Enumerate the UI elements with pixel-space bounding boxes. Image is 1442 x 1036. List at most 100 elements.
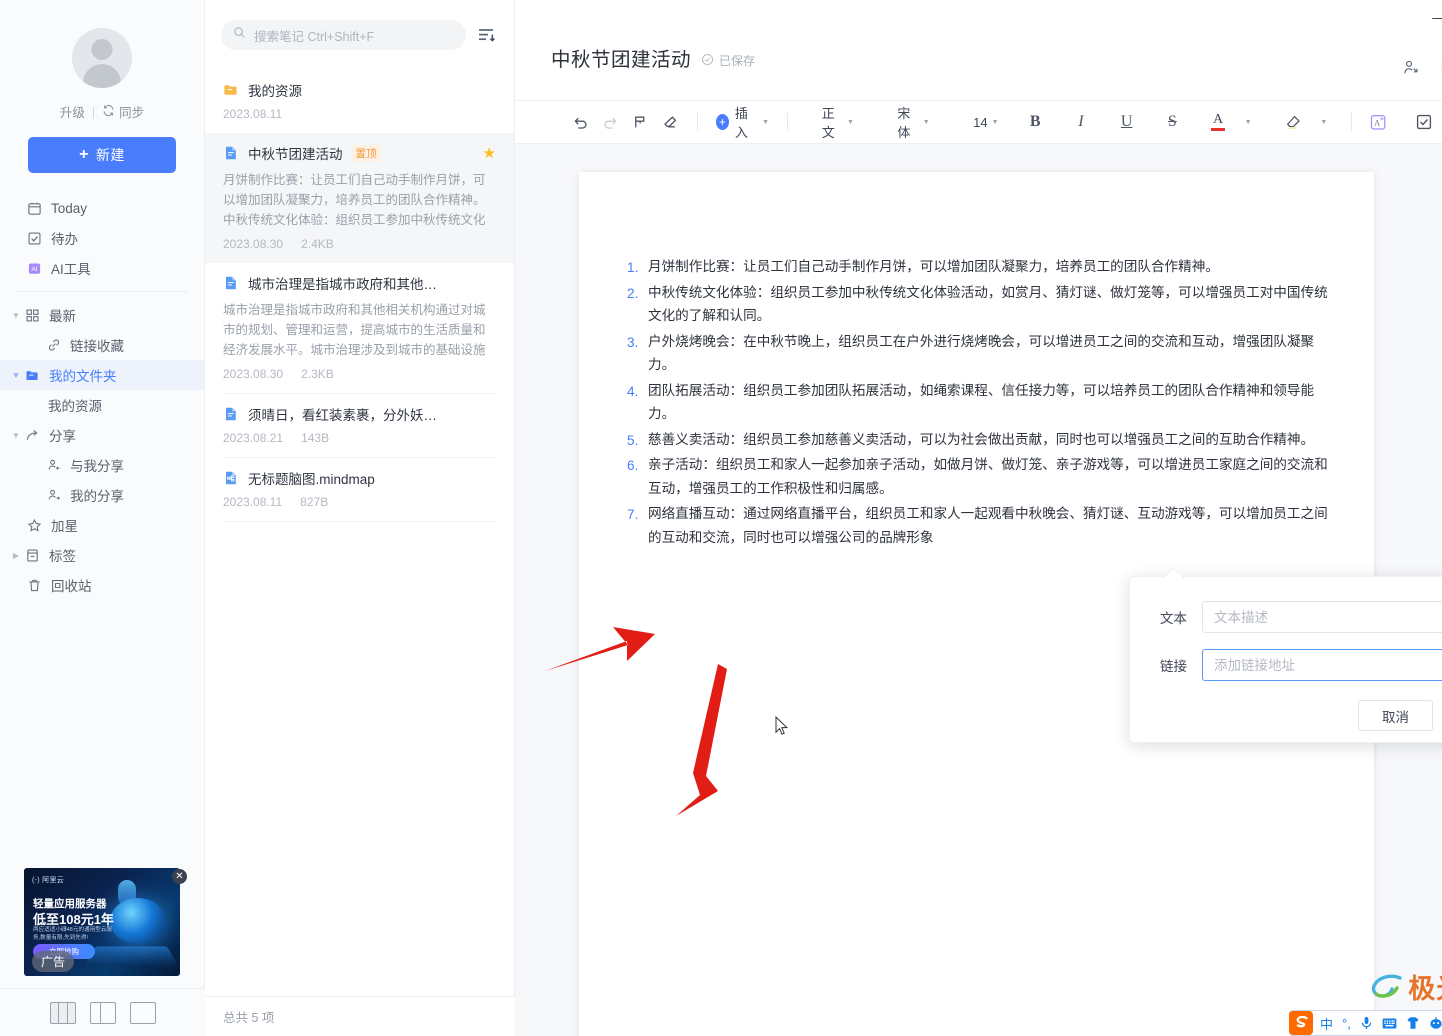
link-text-input[interactable] — [1202, 601, 1442, 633]
todo-checkbox-button[interactable] — [1409, 107, 1439, 137]
sidebar-item-share[interactable]: ▼ 分享 — [0, 420, 204, 450]
two-column-layout-button[interactable] — [89, 1001, 116, 1024]
folder-icon — [223, 82, 239, 98]
total-count-label: 总共 5 项 — [223, 1011, 275, 1025]
sidebar: 升级 | 同步 + 新建 Today 待办 AI AI工具 ▼ 最新 链接收藏 … — [0, 0, 205, 1036]
list-item: 网络直播互动：通过网络直播平台，组织员工和家人一起观看中秋晚会、猜灯谜、互动游戏… — [627, 503, 1328, 546]
trash-icon — [26, 577, 43, 594]
editor-header-actions — [1402, 58, 1442, 77]
list-item[interactable]: 须晴日，看红装素裹，分外妖娆。 2023.08.21 143B — [205, 394, 514, 457]
sogou-logo-icon[interactable] — [1287, 1009, 1315, 1036]
calendar-icon — [26, 200, 43, 217]
font-family-dropdown[interactable]: 宋体 ▼ — [891, 103, 935, 141]
list-item[interactable]: 无标题脑图.mindmap 2023.08.11 827B — [205, 458, 514, 521]
bold-button[interactable]: B — [1020, 107, 1050, 137]
list-item[interactable]: 中秋节团建活动 置顶 ★ 月饼制作比赛：让员工们自己动手制作月饼，可以增加团队凝… — [205, 133, 514, 263]
window-controls: — □ ✕ — [1416, 0, 1442, 34]
watermark-row: 极光下载站 — [1370, 967, 1442, 1006]
dialog-link-row: 链接 访问 — [1130, 648, 1442, 682]
format-paint-icon[interactable] — [625, 107, 655, 137]
list-item-snippet: 城市治理是指城市政府和其他相关机构通过对城市的规划、管理和运营，提高城市的生活质… — [223, 303, 486, 357]
insert-link-dialog: 文本 链接 访问 取消 确定 — [1129, 576, 1442, 743]
cancel-button[interactable]: 取消 — [1358, 700, 1433, 731]
grid-icon — [24, 307, 41, 324]
undo-icon[interactable] — [565, 107, 595, 137]
app-window: 升级 | 同步 + 新建 Today 待办 AI AI工具 ▼ 最新 链接收藏 … — [0, 0, 1442, 1036]
list-item: 团队拓展活动：组织员工参加团队拓展活动，如绳索课程、信任接力等，可以培养员工的团… — [627, 380, 1315, 423]
upgrade-link[interactable]: 升级 — [60, 102, 85, 121]
sidebar-item-todo[interactable]: 待办 — [0, 223, 204, 253]
pinned-badge: 置顶 — [351, 144, 381, 162]
star-icon[interactable]: ★ — [483, 144, 496, 162]
ime-mode-chinese[interactable]: 中 — [1320, 1014, 1333, 1033]
ad-banner[interactable]: (-) 阿里云 轻量应用服务器 低至108元1年 两应适适小礴48元的通用型云服… — [24, 868, 180, 976]
underline-label: U — [1120, 113, 1133, 130]
plus-circle-icon: + — [715, 114, 729, 130]
insert-button[interactable]: + 插入 ▼ — [710, 103, 775, 141]
highlight-button[interactable] — [1279, 107, 1309, 137]
sidebar-item-link-collection[interactable]: 链接收藏 — [0, 330, 204, 360]
font-color-button[interactable]: A — [1203, 107, 1233, 137]
single-column-layout-button[interactable] — [129, 1001, 156, 1024]
highlight-dropdown[interactable]: ▼ — [1309, 107, 1339, 137]
paragraph-style-dropdown[interactable]: 正文 ▼ — [816, 103, 860, 141]
ai-text-button[interactable]: A — [1364, 107, 1394, 137]
list-item-meta: 2023.08.30 2.4KB — [223, 237, 496, 251]
status-badge: 已保存 — [701, 52, 755, 69]
sidebar-item-my-shares[interactable]: 我的分享 — [0, 480, 204, 510]
list-item-size: 827B — [300, 495, 329, 509]
link-icon — [45, 337, 62, 354]
sidebar-item-trash[interactable]: 回收站 — [0, 570, 204, 600]
underline-button[interactable]: U — [1112, 107, 1142, 137]
sort-descending-icon[interactable] — [476, 24, 498, 46]
list-item-title: 须晴日，看红装素裹，分外妖娆。 — [248, 408, 444, 423]
watermark-title: 极光下载站 — [1408, 967, 1442, 1006]
sync-button[interactable]: 同步 — [102, 102, 144, 121]
sidebar-item-recent[interactable]: ▼ 最新 — [0, 300, 204, 330]
redo-icon[interactable] — [595, 107, 625, 137]
sidebar-item-my-folder[interactable]: ▼ 我的文件夹 — [0, 360, 204, 390]
list-item-date: 2023.08.30 — [223, 237, 284, 251]
paragraph-style-label: 正文 — [821, 106, 835, 140]
document-body[interactable]: 月饼制作比赛：让员工们自己动手制作月饼，可以增加团队凝聚力，培养员工的团队合作精… — [579, 172, 1374, 550]
search-input[interactable]: 搜索笔记 Ctrl+Shift+F — [221, 20, 466, 50]
avatar[interactable] — [72, 28, 132, 88]
chevron-down-icon[interactable]: ▼ — [8, 371, 24, 380]
chevron-down-icon[interactable]: ▼ — [8, 311, 24, 320]
sidebar-item-my-resources[interactable]: 我的资源 — [0, 390, 204, 420]
font-family-label: 宋体 — [897, 106, 911, 140]
list-item-header: 无标题脑图.mindmap — [223, 468, 496, 488]
font-size-dropdown[interactable]: 14 ▼ — [967, 115, 1004, 130]
sidebar-item-ai-tools[interactable]: AI AI工具 — [0, 253, 204, 283]
minimize-button[interactable]: — — [1416, 0, 1442, 34]
italic-button[interactable]: I — [1066, 107, 1096, 137]
sidebar-item-label: Today — [51, 200, 88, 216]
share-user-icon[interactable] — [1402, 58, 1421, 77]
ime-punctuation-toggle[interactable]: °, — [1342, 1016, 1351, 1031]
clear-format-icon[interactable] — [655, 107, 685, 137]
new-note-button[interactable]: + 新建 — [28, 137, 176, 173]
list-item[interactable]: 城市治理是指城市政府和其他相关机构通… 城市治理是指城市政府和其他相关机构通过对… — [205, 263, 514, 393]
list-item: 亲子活动：组织员工和家人一起参加亲子活动，如做月饼、做灯笼、亲子游戏等，可以增进… — [627, 454, 1328, 497]
ad-decor-plate — [83, 946, 179, 967]
three-column-layout-button[interactable] — [49, 1001, 76, 1024]
sidebar-item-today[interactable]: Today — [0, 193, 204, 223]
sidebar-item-shared-with-me[interactable]: 与我分享 — [0, 450, 204, 480]
new-note-label: 新建 — [95, 147, 125, 163]
list-item[interactable]: 我的资源 2023.08.11 — [205, 70, 514, 133]
link-url-input[interactable] — [1202, 649, 1442, 681]
sidebar-item-label: 回收站 — [51, 579, 92, 594]
dialog-text-row: 文本 — [1130, 600, 1442, 634]
folder-icon — [24, 367, 41, 384]
watermark-url: www.xz7.com — [1370, 1004, 1442, 1020]
font-color-dropdown[interactable]: ▼ — [1233, 107, 1263, 137]
page-title[interactable]: 中秋节团建活动 — [551, 43, 691, 72]
chevron-right-icon[interactable]: ▶ — [8, 551, 24, 560]
sidebar-item-starred[interactable]: 加星 — [0, 510, 204, 540]
strikethrough-button[interactable]: S — [1157, 107, 1187, 137]
ad-close-icon[interactable]: ✕ — [172, 869, 187, 884]
chevron-down-icon[interactable]: ▼ — [8, 431, 24, 440]
dialog-buttons: 取消 确定 — [1130, 682, 1442, 731]
font-color-swatch — [1211, 128, 1226, 131]
sidebar-item-tags[interactable]: ▶ 标签 — [0, 540, 204, 570]
